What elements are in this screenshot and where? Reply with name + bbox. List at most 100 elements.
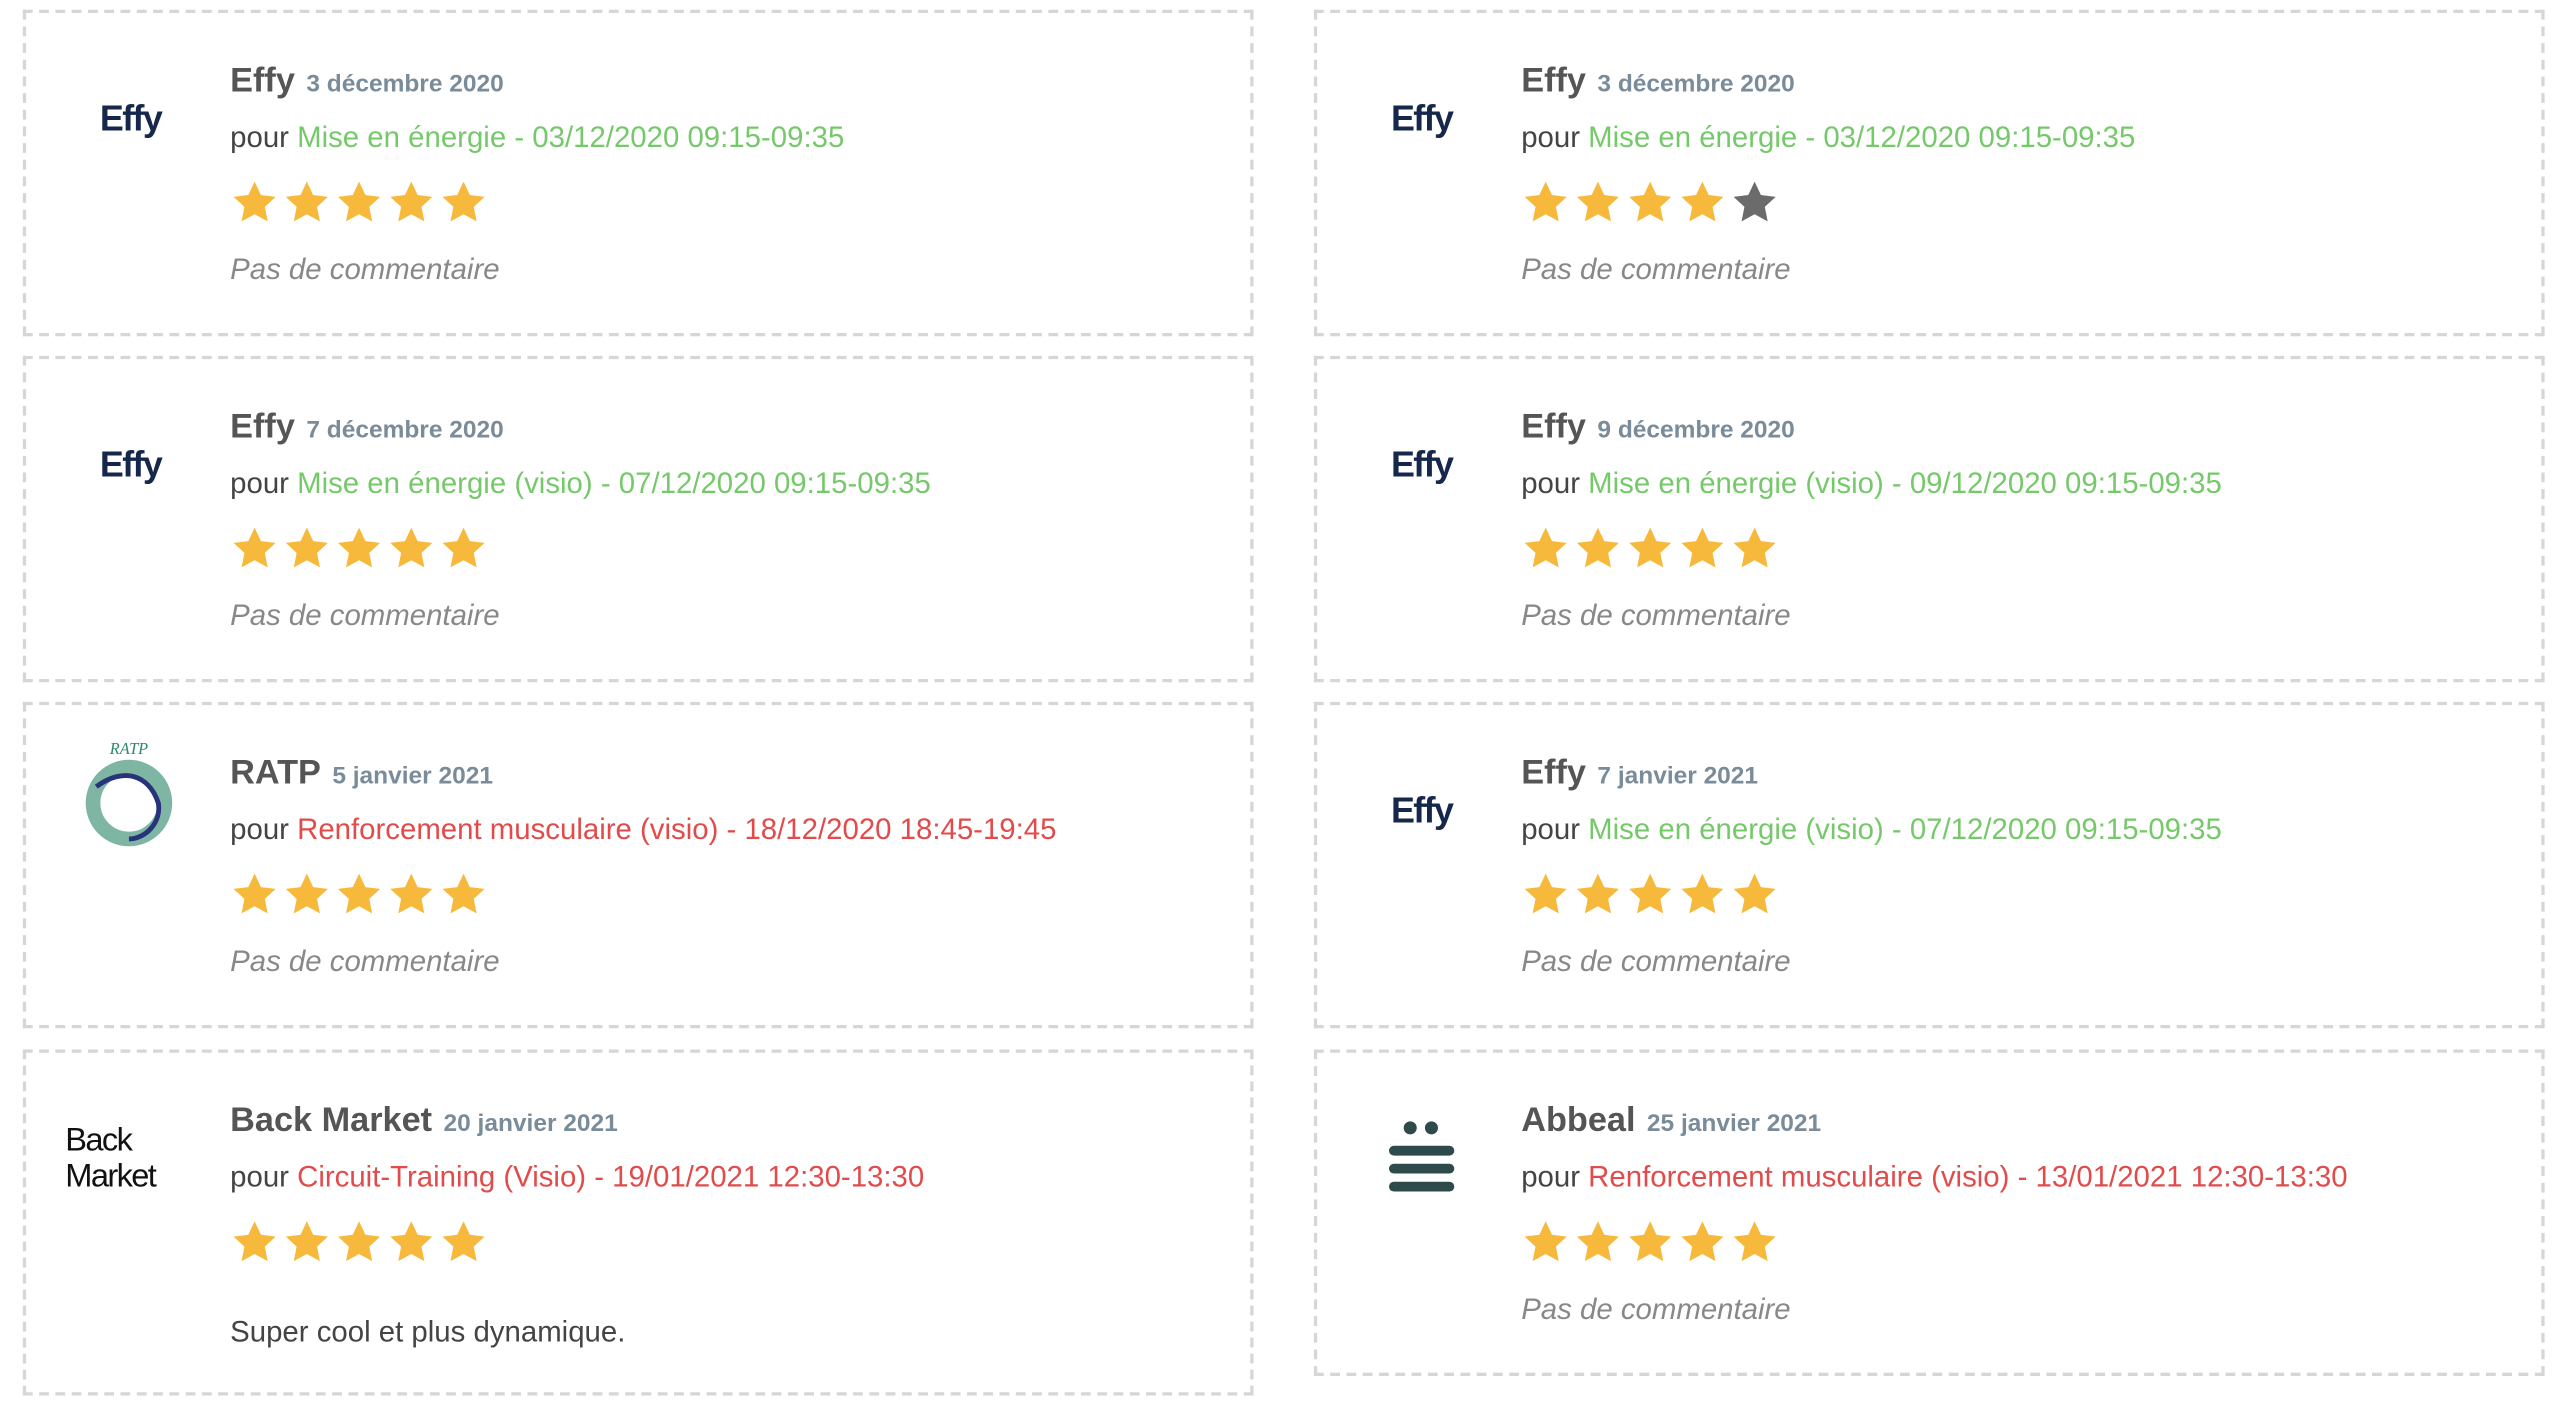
star-filled-icon	[1733, 873, 1776, 914]
star-rating	[230, 524, 1234, 573]
company-name: Back Market	[230, 1101, 433, 1140]
svg-text:Effy: Effy	[1391, 791, 1454, 831]
session-line: pour Mise en énergie (visio) - 07/12/2020…	[230, 467, 1234, 501]
session-link[interactable]: Renforcement musculaire (visio) - 13/01/…	[1588, 1160, 2347, 1193]
svg-text:Effy: Effy	[1391, 99, 1454, 139]
star-filled-icon	[338, 181, 381, 222]
session-link[interactable]: Circuit-Training (Visio) - 19/01/2021 12…	[297, 1160, 924, 1193]
session-line: pour Mise en énergie (visio) - 09/12/2020…	[1521, 467, 2525, 501]
star-rating	[230, 870, 1234, 919]
review-header: Effy 7 décembre 2020	[230, 408, 1234, 457]
star-rating	[230, 1218, 1234, 1267]
review-date: 20 janvier 2021	[443, 1109, 618, 1138]
pour-label: pour	[1521, 120, 1581, 154]
effy-logo: Effy	[1350, 754, 1494, 868]
review-comment: Pas de commentaire	[1521, 1292, 1791, 1326]
abbeal-logo	[1350, 1102, 1494, 1216]
star-filled-icon	[285, 1221, 328, 1262]
session-link[interactable]: Mise en énergie (visio) - 09/12/2020 09:…	[1588, 467, 2222, 500]
star-filled-icon	[1524, 527, 1567, 568]
review-comment: Pas de commentaire	[230, 599, 500, 632]
star-filled-icon	[442, 1221, 485, 1262]
star-filled-icon	[442, 873, 485, 914]
star-rating	[1521, 524, 2525, 573]
review-header: Back Market 20 janvier 2021	[230, 1102, 1234, 1151]
review-comment: Pas de commentaire	[1521, 945, 1791, 978]
session-line: pour Circuit-Training (Visio) - 19/01/202…	[230, 1160, 1234, 1194]
star-filled-icon	[1576, 1221, 1619, 1262]
session-line: pour Mise en énergie - 03/12/2020 09:15-0…	[230, 121, 1234, 155]
session-line: pour Mise en énergie (visio) - 07/12/2020…	[1521, 813, 2525, 847]
company-name: Effy	[1521, 754, 1586, 792]
review-header: Abbeal 25 janvier 2021	[1521, 1102, 2525, 1151]
review-date: 9 décembre 2020	[1597, 416, 1795, 444]
pour-label: pour	[230, 120, 289, 154]
review-card: Effy Effy 3 décembre 2020 pour Mise en énerg…	[22, 9, 1254, 337]
pour-label: pour	[230, 466, 289, 500]
company-name: RATP	[230, 754, 321, 792]
star-filled-icon	[1681, 527, 1724, 568]
session-link[interactable]: Renforcement musculaire (visio) - 18/12/…	[297, 813, 1056, 846]
star-filled-icon	[1524, 181, 1567, 222]
star-rating	[1521, 1218, 2525, 1267]
star-filled-icon	[285, 527, 328, 568]
star-filled-icon	[233, 873, 276, 914]
company-name: Effy	[230, 62, 295, 100]
star-filled-icon	[1733, 527, 1776, 568]
review-card: Back Market Back Market 20 janvier 2021 pour…	[22, 1049, 1254, 1396]
review-header: Effy 9 décembre 2020	[1521, 408, 2525, 457]
review-comment: Pas de commentaire	[1521, 599, 1791, 632]
review-comment: Pas de commentaire	[230, 945, 500, 978]
session-link[interactable]: Mise en énergie (visio) - 07/12/2020 09:…	[1588, 813, 2222, 846]
svg-text:Effy: Effy	[1391, 445, 1454, 485]
review-date: 3 décembre 2020	[1597, 70, 1795, 98]
review-card: Effy Effy 7 décembre 2020 pour Mise en énerg…	[22, 355, 1254, 683]
review-date: 25 janvier 2021	[1646, 1109, 1822, 1138]
review-card: Effy Effy 3 décembre 2020 pour Mise en énerg…	[1313, 9, 2545, 337]
star-filled-icon	[390, 181, 433, 222]
review-comment: Pas de commentaire	[1521, 252, 1791, 286]
review-header: Effy 3 décembre 2020	[1521, 62, 2525, 111]
review-date: 7 décembre 2020	[306, 416, 504, 444]
session-line: pour Renforcement musculaire (visio) - 18…	[230, 813, 1234, 847]
pour-label: pour	[230, 812, 289, 846]
star-filled-icon	[1629, 873, 1672, 914]
star-filled-icon	[1576, 181, 1619, 222]
ratp-logo: RATP	[59, 738, 203, 852]
star-filled-icon	[233, 1221, 276, 1262]
star-filled-icon	[233, 527, 276, 568]
session-link[interactable]: Mise en énergie - 03/12/2020 09:15-09:35	[297, 121, 844, 154]
star-filled-icon	[442, 181, 485, 222]
review-date: 7 janvier 2021	[1597, 762, 1759, 790]
star-filled-icon	[1733, 1221, 1776, 1262]
review-date: 5 janvier 2021	[332, 762, 493, 790]
review-card: Abbeal 25 janvier 2021 pour Renforcement mu…	[1313, 1049, 2545, 1376]
star-filled-icon	[1629, 181, 1672, 222]
pour-label: pour	[1521, 466, 1581, 500]
star-rating	[230, 178, 1234, 227]
star-filled-icon	[390, 873, 433, 914]
star-filled-icon	[338, 527, 381, 568]
company-name: Abbeal	[1521, 1101, 1636, 1140]
pour-label: pour	[230, 1160, 289, 1194]
star-filled-icon	[338, 873, 381, 914]
star-filled-icon	[233, 181, 276, 222]
effy-logo: Effy	[1350, 408, 1494, 522]
review-header: RATP 5 janvier 2021	[230, 754, 1234, 803]
session-link[interactable]: Mise en énergie (visio) - 07/12/2020 09:…	[297, 467, 931, 500]
svg-text:BackMarket: Back Market	[65, 1121, 156, 1194]
review-comment: Super cool et plus dynamique.	[230, 1315, 626, 1349]
review-comment: Pas de commentaire	[230, 252, 500, 286]
star-filled-icon	[1524, 1221, 1567, 1262]
star-rating	[1521, 870, 2525, 919]
star-filled-icon	[1681, 1221, 1724, 1262]
pour-label: pour	[1521, 812, 1581, 846]
svg-text:Effy: Effy	[100, 99, 163, 139]
star-filled-icon	[442, 527, 485, 568]
review-card: Effy Effy 9 décembre 2020 pour Mise en énerg…	[1313, 355, 2545, 683]
company-name: Effy	[1521, 408, 1586, 446]
review-header: Effy 3 décembre 2020	[230, 62, 1234, 111]
star-filled-icon	[1524, 873, 1567, 914]
company-name: Effy	[1521, 62, 1586, 100]
session-link[interactable]: Mise en énergie - 03/12/2020 09:15-09:35	[1588, 121, 2135, 154]
